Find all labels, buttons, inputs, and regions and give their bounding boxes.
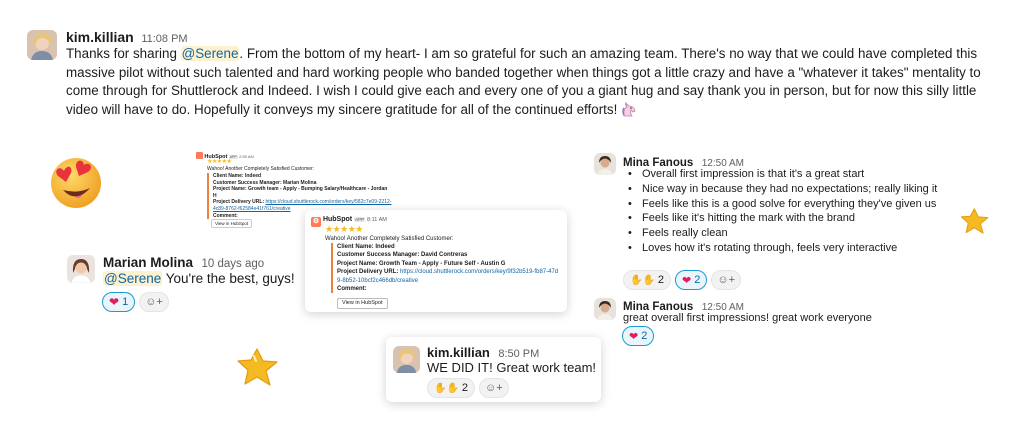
client-name: Client Name: Indeed — [337, 244, 395, 250]
reaction-clap[interactable]: ✋✋ 2 — [427, 378, 476, 398]
timestamp[interactable]: 10 days ago — [201, 258, 264, 270]
message-body: You're the best, guys! — [162, 271, 295, 286]
reaction-count: 1 — [122, 296, 129, 308]
reaction-heart[interactable]: ❤ 1 — [102, 292, 136, 312]
reaction-count: 2 — [641, 330, 648, 342]
reaction-heart[interactable]: ❤ 2 — [622, 326, 655, 346]
reaction-clap[interactable]: ✋✋ 2 — [623, 270, 672, 290]
reaction-bar: ✋✋ 2 ☺+ — [427, 378, 509, 398]
message-header: kim.killian 11:08 PM — [66, 29, 188, 45]
heart-icon: ❤ — [109, 295, 120, 309]
star-rating-icon: ★★★★★ — [207, 159, 232, 165]
timestamp[interactable]: 2:59 AM — [239, 154, 254, 159]
mention-serene[interactable]: @Serene — [180, 46, 240, 61]
impression-bullet-list: Overall first impression is that it's a … — [624, 167, 937, 256]
add-reaction-button[interactable]: ☺+ — [711, 270, 742, 290]
add-reaction-icon: ☺+ — [717, 274, 736, 286]
message-text: great overall first impressions! great w… — [623, 312, 872, 324]
author-name[interactable]: Marian Molina — [103, 255, 193, 270]
reaction-heart[interactable]: ❤ 2 — [675, 270, 708, 290]
reaction-bar: ✋✋ 2 ❤ 2 ☺+ — [623, 270, 742, 290]
list-item: Feels like this is a good solve for ever… — [624, 197, 937, 212]
unicorn-icon — [621, 101, 637, 123]
avatar-marian-molina[interactable] — [67, 255, 95, 283]
message-text: WE DID IT! Great work team! — [427, 360, 597, 375]
heart-icon: ❤ — [629, 330, 639, 343]
avatar-kim-killian[interactable] — [27, 30, 57, 60]
url-label: Project Delivery URL: — [337, 269, 401, 276]
add-reaction-icon: ☺+ — [145, 296, 163, 308]
heart-icon: ❤ — [682, 274, 692, 287]
message-text: @Serene You're the best, guys! — [103, 271, 295, 286]
hubspot-logo: ⚙ — [311, 217, 321, 227]
hubspot-details: Client Name: Indeed Customer Success Man… — [331, 243, 559, 294]
project-name: Project Name: Growth Team - Apply - Futu… — [337, 260, 506, 267]
view-in-hubspot-button[interactable]: View in HubSpot — [337, 298, 388, 309]
author-name[interactable]: kim.killian — [66, 29, 134, 45]
delivery-url-row: Project Delivery URL: https://cloud.shut… — [337, 268, 559, 285]
timestamp[interactable]: 8:11 AM — [367, 217, 387, 223]
list-item: Loves how it's rotating through, feels v… — [624, 241, 937, 256]
list-item: Feels like it's hitting the mark with th… — [624, 211, 937, 226]
avatar-kim-killian[interactable] — [393, 346, 420, 373]
url-label: Project Delivery URL: — [213, 199, 266, 206]
csm-name: Customer Success Manager: David Contrera… — [337, 252, 468, 259]
reaction-count: 2 — [657, 274, 665, 286]
clap-icon: ✋✋ — [434, 382, 459, 394]
hubspot-logo — [196, 152, 203, 159]
kim-bottom-message: kim.killian 8:50 PM WE DID IT! Great wor… — [386, 337, 601, 402]
mention-serene[interactable]: @Serene — [103, 271, 163, 286]
app-name[interactable]: HubSpot — [323, 216, 352, 223]
add-reaction-button[interactable]: ☺+ — [479, 378, 509, 398]
reaction-count: 2 — [694, 274, 701, 286]
client-name: Client Name: Indeed — [213, 173, 262, 179]
heart-eyes-emoji — [48, 152, 108, 217]
clap-icon: ✋✋ — [630, 274, 655, 286]
timestamp[interactable]: 8:50 PM — [498, 348, 539, 360]
add-reaction-icon: ☺+ — [485, 382, 503, 394]
list-item: Overall first impression is that it's a … — [624, 167, 937, 182]
hubspot-intro: Wahoo! Another Completely Satisfied Cust… — [207, 166, 315, 172]
reaction-count: 2 — [461, 382, 469, 394]
timestamp[interactable]: 11:08 PM — [141, 33, 187, 45]
text-before: Thanks for sharing — [66, 46, 181, 61]
author-name[interactable]: kim.killian — [427, 345, 490, 360]
hubspot-message-large: ⚙ HubSpot APP 8:11 AM ★★★★★ Wahoo! Anoth… — [305, 210, 567, 312]
avatar-mina-fanous[interactable] — [594, 298, 616, 320]
add-reaction-button[interactable]: ☺+ — [139, 292, 169, 312]
star-emoji — [960, 207, 990, 240]
view-in-hubspot-button[interactable]: View in HubSpot — [211, 219, 253, 228]
project-name: Project Name: Growth team - Apply - Bump… — [213, 186, 388, 199]
csm-name: Customer Success Manager: Marian Molina — [213, 179, 317, 186]
star-rating-icon: ★★★★★ — [325, 224, 363, 234]
list-item: Feels really clean — [624, 226, 937, 241]
reaction-bar: ❤ 2 — [622, 326, 655, 346]
list-item: Nice way in because they had no expectat… — [624, 182, 937, 197]
message-header: Marian Molina 10 days ago — [103, 254, 264, 272]
avatar-mina-fanous[interactable] — [594, 153, 616, 175]
comment-label: Comment: — [337, 286, 367, 293]
app-badge: APP — [354, 217, 366, 222]
reaction-bar: ❤ 1 ☺+ — [102, 292, 169, 312]
star-emoji — [236, 347, 280, 392]
message-text: Thanks for sharing @Serene. From the bot… — [66, 45, 1001, 122]
